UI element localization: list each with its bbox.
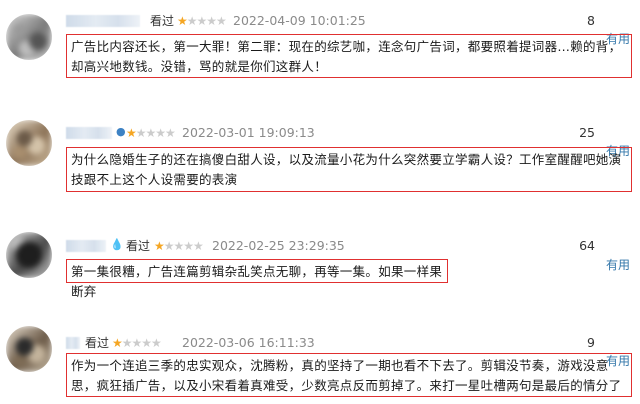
- star-icon: ★: [112, 336, 123, 350]
- rating-stars: ★★★★★: [112, 334, 162, 352]
- useful-count: 9: [587, 335, 595, 350]
- watched-label: 看过: [85, 336, 110, 350]
- avatar[interactable]: [6, 326, 52, 372]
- username[interactable]: [66, 337, 80, 349]
- review-header: 看过 ★★★★★ 2022-03-06 16:11:33 9: [66, 334, 631, 352]
- star-icon: ★★★★: [121, 336, 162, 350]
- review-content: 作为一个连追三季的忠实观众，沈腾粉，真的坚持了一期也看不下去了。剪辑没节奏，游戏…: [66, 353, 632, 397]
- review-item: 看过 ★★★★★ 2022-03-06 16:11:33 9 有用 作为一个连追…: [0, 0, 640, 404]
- review-time: 2022-03-06 16:11:33: [182, 335, 315, 350]
